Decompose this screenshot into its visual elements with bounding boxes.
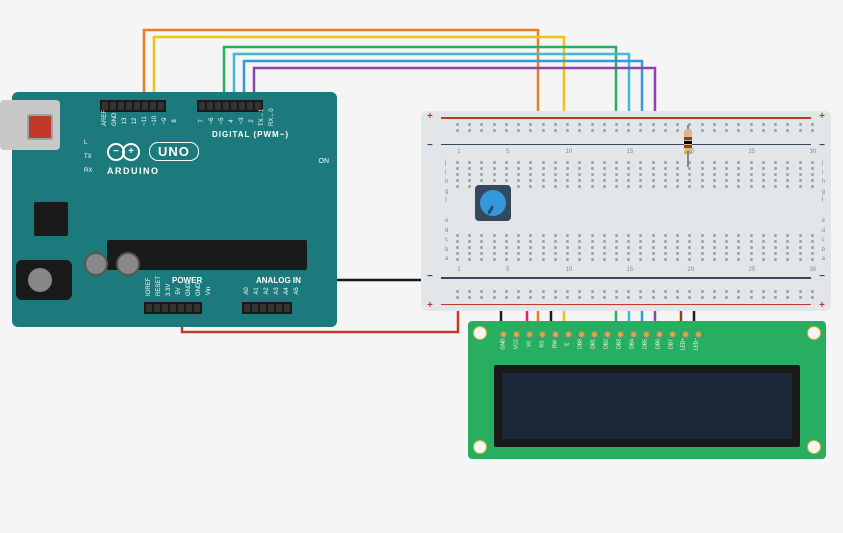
- power-header[interactable]: [144, 302, 202, 314]
- rail-minus-bottom: −: [427, 271, 433, 282]
- rail-plus-top: +: [427, 111, 433, 122]
- digital-header-2[interactable]: [197, 100, 263, 112]
- analog-header[interactable]: [242, 302, 292, 314]
- arduino-logo: UNO: [107, 142, 199, 161]
- potentiometer[interactable]: [475, 185, 511, 221]
- analog-section-label: ANALOG IN: [256, 276, 301, 285]
- col-labels-top: 151015202530: [454, 149, 818, 155]
- led-labels: L TX RX: [84, 136, 92, 178]
- brand-label: ARDUINO: [107, 166, 160, 176]
- pin-labels-top1: AREFGND1312~11~10~98: [100, 118, 180, 124]
- power-section-label: POWER: [172, 276, 202, 285]
- barrel-jack: [16, 260, 72, 300]
- lcd-16x2: GNDVCCV0RSRWEDB0DB1DB2DB3DB4DB5DB6DB7LED…: [468, 321, 826, 459]
- col-labels-bottom: 151015202530: [454, 267, 818, 273]
- row-labels-left-bottom: edcba: [445, 218, 448, 262]
- pin-labels-top2: 7~6~54~32TX→1RX←0: [197, 118, 277, 124]
- capacitors: [84, 252, 140, 276]
- rail-minus-top: −: [427, 140, 433, 151]
- rail-holes-top[interactable]: [456, 123, 816, 132]
- arduino-uno-board: UNO ARDUINO ON L TX RX AREFGND1312~11~10…: [12, 92, 337, 327]
- rail-holes-bottom[interactable]: [456, 290, 816, 299]
- on-led-label: ON: [319, 158, 330, 165]
- reset-button[interactable]: [27, 114, 53, 140]
- lcd-pin-labels: GNDVCCV0RSRWEDB0DB1DB2DB3DB4DB5DB6DB7LED…: [497, 341, 703, 347]
- pot-knob-icon[interactable]: [480, 190, 506, 216]
- row-labels-right-top: jihgf: [822, 160, 825, 204]
- pin-labels-bot2: A0A1A2A3A4A5: [242, 288, 302, 294]
- atmega-chip-small: [34, 202, 68, 236]
- resistor[interactable]: [684, 125, 692, 167]
- pin-labels-bot1: IOREFRESET3.3V5VGNDGNDVin: [144, 288, 214, 294]
- lcd-screen: [494, 365, 800, 447]
- tie-holes-top[interactable]: [456, 161, 816, 188]
- tie-holes-bottom[interactable]: [456, 234, 816, 261]
- digital-section-label: DIGITAL (PWM~): [212, 130, 289, 139]
- rail-plus-bottom: +: [427, 300, 433, 311]
- infinity-icon: [107, 143, 143, 161]
- row-labels-right-bottom: edcba: [822, 218, 825, 262]
- digital-header-1[interactable]: [100, 100, 166, 112]
- model-label: UNO: [158, 144, 190, 159]
- row-labels-left-top: jihgf: [445, 160, 448, 204]
